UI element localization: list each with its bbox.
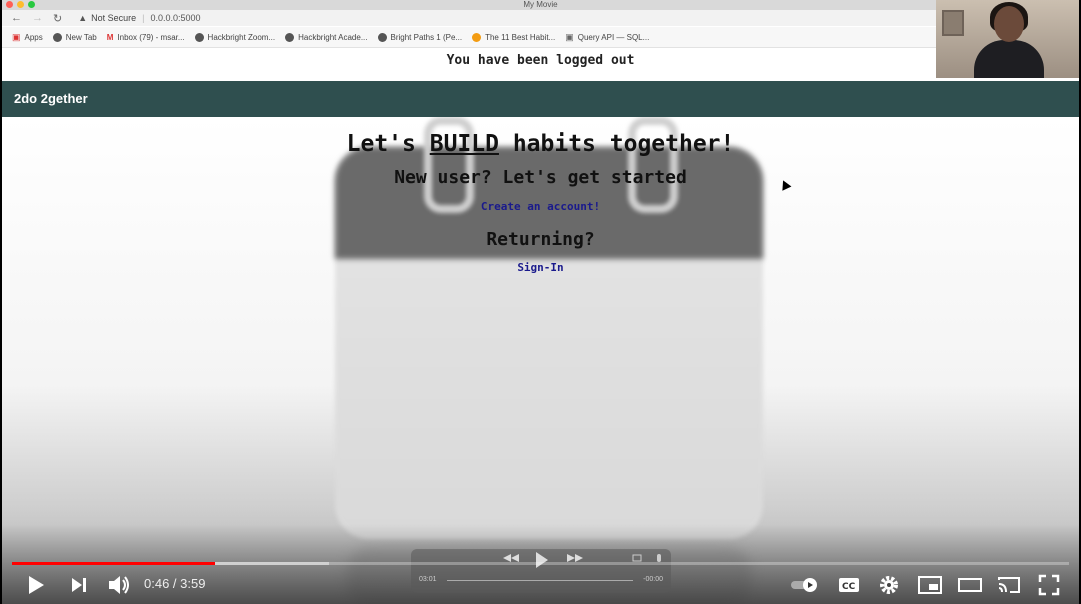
qt-elapsed: 03:01 — [419, 576, 437, 583]
close-window-icon[interactable] — [6, 1, 13, 8]
url-input[interactable]: 0.0.0.0:5000 — [151, 13, 201, 23]
fast-forward-icon — [567, 554, 575, 562]
seek-bar[interactable] — [12, 562, 1069, 565]
bookmark-best-habits[interactable]: The 11 Best Habit... — [472, 32, 555, 42]
bookmarks-bar: ▣ Apps New Tab M Inbox (79) - msar... Hack… — [2, 27, 1079, 48]
time-display: 0:46 / 3:59 — [144, 576, 206, 591]
cast-icon[interactable] — [996, 574, 1022, 596]
share-icon — [657, 554, 661, 562]
miniplayer-icon[interactable] — [917, 575, 943, 595]
settings-gear-icon[interactable] — [878, 574, 900, 596]
qt-play-icon — [536, 552, 548, 568]
forward-arrow-icon[interactable]: → — [32, 12, 43, 25]
qt-remaining: -00:00 — [643, 576, 663, 583]
bookmark-inbox[interactable]: M Inbox (79) - msar... — [107, 33, 185, 42]
qt-scrubber[interactable] — [447, 580, 633, 581]
quicktime-overlay-controls: 03:01 -00:00 — [411, 549, 671, 593]
webcam-overlay — [936, 0, 1079, 78]
brand-link[interactable]: 2do 2gether — [14, 91, 88, 106]
globe-icon — [377, 32, 387, 42]
rewind-icon — [503, 554, 511, 562]
presenter-face — [994, 6, 1024, 42]
flash-message: You have been logged out — [2, 48, 1079, 81]
wall-picture — [942, 10, 964, 36]
database-icon: ▣ — [565, 31, 574, 42]
volume-icon[interactable] — [107, 574, 131, 596]
security-status: Not Secure — [91, 13, 137, 23]
mac-titlebar: My Movie — [2, 0, 1079, 10]
bookmark-hackbright-academy[interactable]: Hackbright Acade... — [285, 32, 368, 42]
next-icon[interactable] — [70, 576, 88, 594]
presenter-body — [974, 40, 1044, 78]
svg-text:CC: CC — [842, 582, 856, 592]
globe-icon — [194, 32, 204, 42]
globe-icon — [285, 32, 295, 42]
warning-icon: ▲ — [78, 13, 88, 23]
bookmark-new-tab[interactable]: New Tab — [52, 32, 97, 42]
window-controls[interactable] — [6, 1, 35, 8]
page-headline: Let's BUILD habits together! — [346, 131, 735, 157]
bookmark-apps[interactable]: ▣ Apps — [12, 32, 43, 43]
zoom-window-icon[interactable] — [28, 1, 35, 8]
address-bar: ← → ↻ ▲ Not Secure | 0.0.0.0:5000 — [2, 10, 1079, 26]
video-frame[interactable]: My Movie ← → ↻ ▲ Not Secure | 0.0.0.0:50… — [2, 0, 1079, 604]
theater-mode-icon[interactable] — [957, 575, 983, 595]
window-title: My Movie — [523, 0, 558, 9]
bookmark-hackbright-zoom[interactable]: Hackbright Zoom... — [194, 32, 275, 42]
gmail-icon: M — [106, 32, 114, 42]
closed-captions-icon[interactable]: CC — [838, 576, 860, 594]
bookmark-site-icon — [472, 32, 482, 42]
url-divider: | — [142, 13, 145, 23]
create-account-link[interactable]: Create an account! — [2, 200, 1079, 213]
minimize-window-icon[interactable] — [17, 1, 24, 8]
globe-icon — [52, 32, 62, 42]
played-bar — [12, 562, 215, 565]
bookmark-bright-paths[interactable]: Bright Paths 1 (Pe... — [377, 32, 462, 42]
fullscreen-icon[interactable] — [1038, 574, 1060, 596]
play-icon[interactable] — [26, 575, 46, 595]
apps-grid-icon: ▣ — [12, 31, 21, 42]
back-arrow-icon[interactable]: ← — [11, 12, 22, 25]
returning-heading: Returning? — [486, 229, 595, 250]
reload-icon[interactable]: ↻ — [53, 12, 62, 25]
new-user-heading: New user? Let's get started — [394, 167, 687, 188]
sign-in-link[interactable]: Sign-In — [2, 261, 1079, 274]
airplay-icon — [632, 554, 642, 562]
bookmark-query-api[interactable]: ▣ Query API — SQL... — [565, 32, 649, 43]
autoplay-toggle-icon[interactable] — [790, 576, 820, 594]
headline-emphasis: BUILD — [429, 131, 499, 157]
site-navbar: 2do 2gether — [2, 81, 1079, 117]
